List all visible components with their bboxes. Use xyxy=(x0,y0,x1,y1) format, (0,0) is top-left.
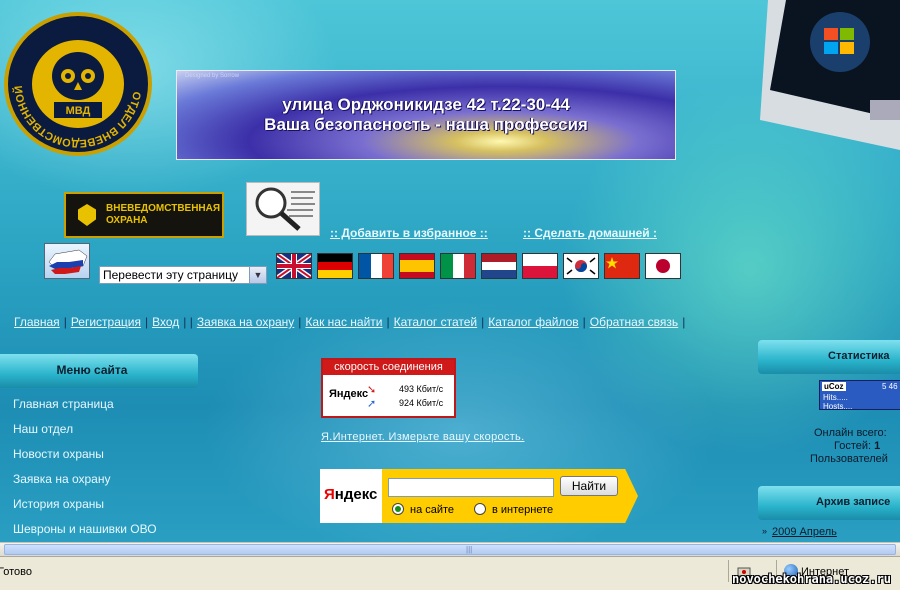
top-navigation: Главная | Регистрация | Вход | | Заявка на охр… xyxy=(14,315,686,329)
guests-count: Гостей: 1 xyxy=(834,440,881,452)
yandex-logo: Яндекс xyxy=(320,469,382,523)
menu-item-history[interactable]: История охраны xyxy=(13,497,104,511)
search-button[interactable]: Найти xyxy=(560,476,618,496)
archive-header: Архив записе xyxy=(758,486,900,520)
spain-flag-icon[interactable] xyxy=(399,253,435,279)
search-input[interactable] xyxy=(388,478,554,497)
yandex-search-widget: Яндекс Найти на сайте в интернете xyxy=(320,469,638,523)
shield-icon xyxy=(78,204,96,226)
statistics-title: Статистика xyxy=(828,350,890,362)
uk-flag-icon[interactable] xyxy=(276,253,312,279)
scrollbar-grip-icon: ||| xyxy=(466,545,473,554)
radio-checked-icon[interactable] xyxy=(392,503,404,515)
horizontal-scrollbar[interactable]: ||| xyxy=(0,542,900,556)
nav-link-feedback[interactable]: Обратная связь xyxy=(590,315,678,329)
svg-text:МВД: МВД xyxy=(66,105,91,117)
ovo-chevron-badge[interactable]: ВНЕВЕДОМСТВЕННАЯ ОХРАНА xyxy=(64,192,224,238)
germany-flag-icon[interactable] xyxy=(317,253,353,279)
speed-widget-brand: Яндекс xyxy=(329,388,369,400)
archive-link-2009-april[interactable]: 2009 Апрель xyxy=(772,526,837,538)
banner-address: улица Орджоникидзе 42 т.22-30-44 xyxy=(282,95,570,114)
poland-flag-icon[interactable] xyxy=(522,253,558,279)
bullet-icon: » xyxy=(762,526,768,536)
site-menu-title: Меню сайта xyxy=(56,363,128,377)
banner-slogan: Ваша безопасность - наша профессия xyxy=(264,115,588,134)
archive-title: Архив записе xyxy=(816,496,891,508)
italy-flag-icon[interactable] xyxy=(440,253,476,279)
owl-icon: МВД xyxy=(30,38,126,130)
header-banner: Designed by Sorrow улица Орджоникидзе 42… xyxy=(176,70,676,160)
magnifier-picture[interactable] xyxy=(246,182,320,236)
upload-arrow-icon: ➚ xyxy=(367,398,377,410)
nav-link-articles[interactable]: Каталог статей xyxy=(394,315,477,329)
menu-item-request[interactable]: Заявка на охрану xyxy=(13,472,110,486)
chevron-down-icon[interactable]: ▼ xyxy=(249,267,266,283)
statistics-header: Статистика xyxy=(758,340,900,374)
online-total-label: Онлайн всего: xyxy=(814,427,887,439)
upload-speed: 924 Кбит/с xyxy=(399,398,444,408)
japan-flag-icon[interactable] xyxy=(645,253,681,279)
nav-link-login[interactable]: Вход xyxy=(152,315,179,329)
nav-link-home[interactable]: Главная xyxy=(14,315,60,329)
yandex-speed-widget[interactable]: скорость соединения Яндекс ➘ ➚ 493 Кбит/… xyxy=(321,358,456,418)
site-menu-header: Меню сайта xyxy=(0,354,198,388)
speed-widget-header: скорость соединения xyxy=(323,360,454,375)
russia-map-icon[interactable] xyxy=(44,243,90,279)
menu-item-chevrons[interactable]: Шевроны и нашивки ОВО xyxy=(13,522,157,536)
download-arrow-icon: ➘ xyxy=(367,384,377,396)
make-homepage-link[interactable]: :: Сделать домашней : xyxy=(523,226,657,240)
status-text: Готово xyxy=(0,566,32,578)
radio-unchecked-icon[interactable] xyxy=(474,503,486,515)
magnifier-icon xyxy=(247,183,319,235)
korea-flag-icon[interactable] xyxy=(563,253,599,279)
france-flag-icon[interactable] xyxy=(358,253,394,279)
measure-speed-link[interactable]: Я.Интернет. Измерьте вашу скорость. xyxy=(321,431,524,443)
china-flag-icon[interactable] xyxy=(604,253,640,279)
nav-link-find-us[interactable]: Как нас найти xyxy=(305,315,382,329)
site-url-watermark: novochekohrana.ucoz.ru xyxy=(732,572,891,586)
scrollbar-thumb[interactable] xyxy=(4,544,896,555)
ovo-emblem-logo: ОТДЕЛ ВНЕВЕДОМСТВЕННОЙ ОХРАНЫ МВД xyxy=(4,12,152,156)
menu-item-home[interactable]: Главная страница xyxy=(13,397,114,411)
nav-link-files[interactable]: Каталог файлов xyxy=(488,315,578,329)
banner-credit: Designed by Sorrow xyxy=(185,73,240,79)
translate-page-select[interactable]: Перевести эту страницу ▼ xyxy=(99,266,267,284)
users-label: Пользователей xyxy=(810,453,888,465)
webpage-viewport: ОТДЕЛ ВНЕВЕДОМСТВЕННОЙ ОХРАНЫ МВД xyxy=(0,0,900,542)
add-to-favorites-link[interactable]: :: Добавить в избранное :: xyxy=(330,226,488,240)
search-scope-site-radio[interactable]: на сайте xyxy=(392,503,454,516)
chevron-line1: ВНЕВЕДОМСТВЕННАЯ xyxy=(106,203,221,214)
search-scope-web-radio[interactable]: в интернете xyxy=(474,503,553,516)
menu-item-news[interactable]: Новости охраны xyxy=(13,447,104,461)
ucoz-counter[interactable]: uCoz 5 46 Hits..... 1 Hosts.... xyxy=(819,380,900,411)
chevron-line2: ОХРАНА xyxy=(106,215,148,226)
netherlands-flag-icon[interactable] xyxy=(481,253,517,279)
translate-select-value: Перевести эту страницу xyxy=(103,268,238,282)
nav-link-request[interactable]: Заявка на охрану xyxy=(197,315,294,329)
nav-link-register[interactable]: Регистрация xyxy=(71,315,141,329)
monitor-decoration-image xyxy=(760,0,900,150)
menu-item-our-department[interactable]: Наш отдел xyxy=(13,422,73,436)
download-speed: 493 Кбит/с xyxy=(399,384,444,394)
